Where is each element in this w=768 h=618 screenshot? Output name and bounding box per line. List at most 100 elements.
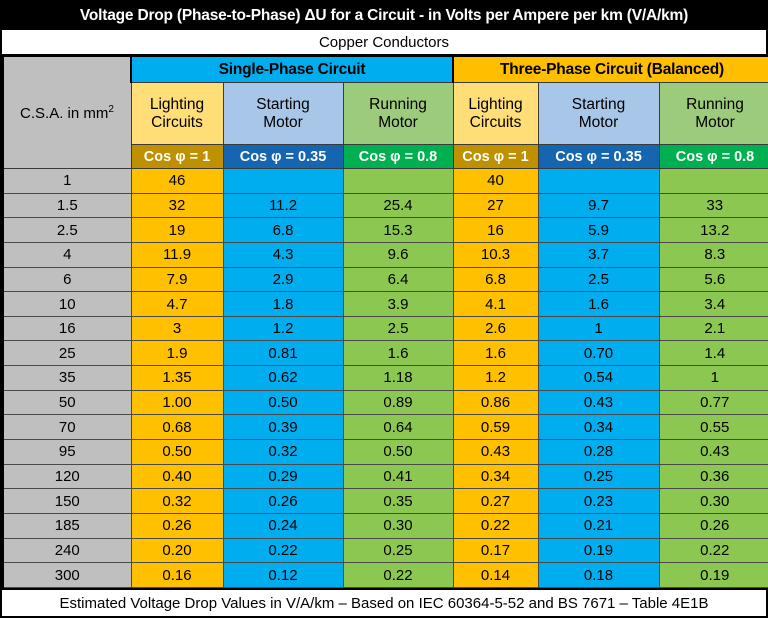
- sub-line1: Lighting: [468, 95, 523, 113]
- cell-tp-lighting: 4.1: [452, 291, 539, 317]
- cell-tp-lighting: 0.59: [452, 414, 539, 441]
- table-row: 50 1.00 0.50 0.89 0.86 0.43 0.77: [2, 389, 768, 416]
- cell-sp-starting-motor: 1.8: [222, 291, 344, 317]
- column-header-sp-starting-motor: Starting Motor: [222, 82, 344, 145]
- cell-tp-lighting: 0.27: [452, 488, 539, 514]
- cell-sp-starting-motor: 11.2: [222, 192, 344, 219]
- cell-tp-starting-motor: 2.5: [537, 266, 660, 293]
- power-factor-sp-starting-motor: Cos φ = 0.35: [222, 144, 344, 169]
- cell-sp-starting-motor: 4.3: [222, 241, 344, 268]
- cell-csa: 50: [2, 389, 132, 416]
- cell-tp-lighting: 27: [452, 192, 539, 219]
- cell-sp-starting-motor: 0.12: [222, 562, 344, 588]
- cell-tp-running-motor: 0.26: [658, 512, 768, 539]
- cell-tp-running-motor: 1: [658, 365, 768, 391]
- cell-sp-lighting: 0.16: [130, 562, 224, 588]
- cell-tp-starting-motor: 1: [537, 315, 660, 342]
- cell-sp-starting-motor: 0.62: [222, 365, 344, 391]
- cell-csa: 6: [2, 266, 132, 293]
- cell-sp-starting-motor: 0.32: [222, 439, 344, 465]
- cell-sp-running-motor: 0.35: [342, 488, 454, 514]
- sub-line2: Motor: [695, 113, 735, 131]
- cell-sp-running-motor: 0.89: [342, 389, 454, 416]
- cell-tp-running-motor: 3.4: [658, 291, 768, 317]
- cell-sp-lighting: 46: [130, 168, 224, 194]
- column-header-csa: C.S.A. in mm2: [2, 56, 132, 169]
- table-row: 10 4.7 1.8 3.9 4.1 1.6 3.4: [2, 291, 768, 317]
- table-row: 185 0.26 0.24 0.30 0.22 0.21 0.26: [2, 512, 768, 539]
- cell-tp-lighting: 0.17: [452, 537, 539, 564]
- cell-sp-starting-motor: 0.22: [222, 537, 344, 564]
- cell-sp-running-motor: 0.41: [342, 463, 454, 490]
- cell-sp-starting-motor: 0.50: [222, 389, 344, 416]
- table-row: 120 0.40 0.29 0.41 0.34 0.25 0.36: [2, 463, 768, 490]
- cell-sp-running-motor: 1.18: [342, 365, 454, 391]
- cell-sp-lighting: 0.40: [130, 463, 224, 490]
- cell-csa: 35: [2, 365, 132, 391]
- sub-line1: Running: [369, 95, 427, 113]
- cell-sp-running-motor: [342, 168, 454, 194]
- cell-sp-lighting: 1.00: [130, 389, 224, 416]
- cell-tp-running-motor: 0.36: [658, 463, 768, 490]
- power-factor-tp-starting-motor: Cos φ = 0.35: [537, 144, 660, 169]
- cell-tp-lighting: 0.22: [452, 512, 539, 539]
- cell-sp-starting-motor: 1.2: [222, 315, 344, 342]
- sub-line2: Motor: [578, 113, 619, 131]
- table-row: 95 0.50 0.32 0.50 0.43 0.28 0.43: [2, 439, 768, 465]
- cell-csa: 1: [2, 168, 132, 194]
- cell-tp-running-motor: 13.2: [658, 217, 768, 243]
- table-row: 16 3 1.2 2.5 2.6 1 2.1: [2, 315, 768, 342]
- cell-sp-lighting: 32: [130, 192, 224, 219]
- cell-csa: 120: [2, 463, 132, 490]
- cell-sp-running-motor: 15.3: [342, 217, 454, 243]
- cell-sp-lighting: 0.20: [130, 537, 224, 564]
- cell-sp-starting-motor: 0.26: [222, 488, 344, 514]
- cell-tp-running-motor: 1.4: [658, 340, 768, 367]
- table-row: 150 0.32 0.26 0.35 0.27 0.23 0.30: [2, 488, 768, 514]
- cell-csa: 70: [2, 414, 132, 441]
- cell-tp-starting-motor: 0.21: [537, 512, 660, 539]
- sub-line2: Circuits: [469, 113, 522, 131]
- cell-sp-lighting: 0.68: [130, 414, 224, 441]
- cell-tp-running-motor: 0.55: [658, 414, 768, 441]
- cell-sp-running-motor: 2.5: [342, 315, 454, 342]
- cell-tp-lighting: 6.8: [452, 266, 539, 293]
- cell-tp-lighting: 0.34: [452, 463, 539, 490]
- table-row: 70 0.68 0.39 0.64 0.59 0.34 0.55: [2, 414, 768, 441]
- cell-tp-starting-motor: 3.7: [537, 241, 660, 268]
- sub-line2: Motor: [378, 113, 418, 131]
- cell-tp-lighting: 2.6: [452, 315, 539, 342]
- conductor-material-subtitle: Copper Conductors: [2, 30, 766, 56]
- table-row: 1.5 32 11.2 25.4 27 9.7 33: [2, 192, 768, 219]
- cell-sp-starting-motor: 0.39: [222, 414, 344, 441]
- cell-sp-lighting: 11.9: [130, 241, 224, 268]
- cell-sp-lighting: 1.9: [130, 340, 224, 367]
- cell-sp-running-motor: 0.25: [342, 537, 454, 564]
- cell-sp-lighting: 4.7: [130, 291, 224, 317]
- cell-csa: 150: [2, 488, 132, 514]
- cell-tp-running-motor: 0.30: [658, 488, 768, 514]
- cell-tp-lighting: 1.6: [452, 340, 539, 367]
- cell-csa: 300: [2, 562, 132, 588]
- power-factor-tp-lighting: Cos φ = 1: [452, 144, 539, 169]
- cell-tp-starting-motor: 0.43: [537, 389, 660, 416]
- cell-tp-starting-motor: 0.54: [537, 365, 660, 391]
- cell-tp-starting-motor: 0.34: [537, 414, 660, 441]
- cell-tp-running-motor: 0.19: [658, 562, 768, 588]
- sub-line1: Lighting: [149, 95, 205, 113]
- power-factor-tp-running-motor: Cos φ = 0.8: [658, 144, 768, 169]
- cell-csa: 1.5: [2, 192, 132, 219]
- cell-tp-running-motor: 5.6: [658, 266, 768, 293]
- cell-tp-lighting: 10.3: [452, 241, 539, 268]
- cell-tp-lighting: 0.43: [452, 439, 539, 465]
- column-header-sp-lighting: Lighting Circuits: [130, 82, 224, 145]
- cell-tp-starting-motor: [537, 168, 660, 194]
- cell-sp-running-motor: 0.22: [342, 562, 454, 588]
- cell-tp-starting-motor: 0.70: [537, 340, 660, 367]
- column-header-tp-lighting: Lighting Circuits: [452, 82, 539, 145]
- cell-tp-lighting: 1.2: [452, 365, 539, 391]
- sub-line2: Circuits: [151, 113, 203, 131]
- cell-sp-running-motor: 25.4: [342, 192, 454, 219]
- table-footnote: Estimated Voltage Drop Values in V/A/km …: [2, 588, 766, 616]
- cell-sp-starting-motor: 0.24: [222, 512, 344, 539]
